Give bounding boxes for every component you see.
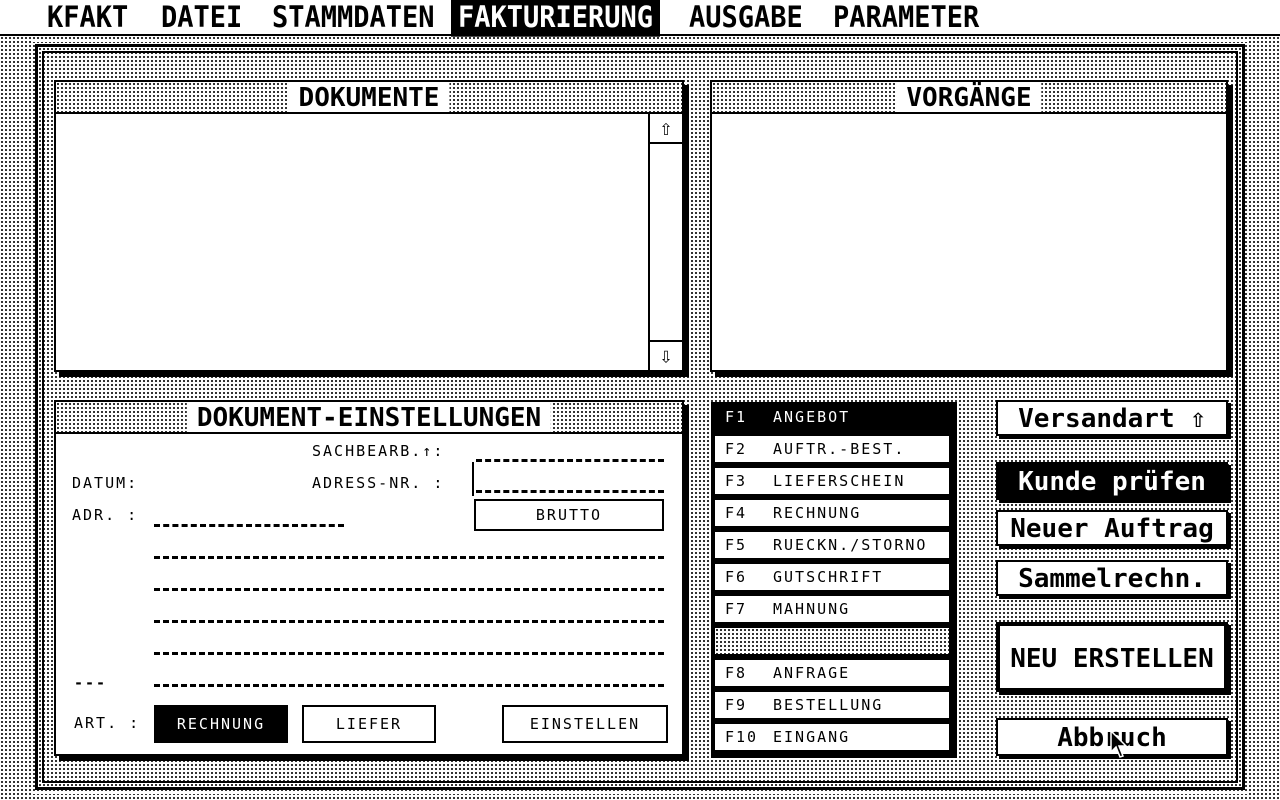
adress-nr-label: ADRESS-NR. : — [312, 474, 445, 492]
vorgaenge-panel: VORGÄNGE — [710, 80, 1228, 372]
fkey-item-rueckn-storno[interactable]: F5 RUECKN./STORNO — [715, 532, 949, 558]
document-type-list: F1 ANGEBOT F2 AUFTR.-BEST. F3 LIEFERSCHEIN … — [711, 402, 957, 758]
menu-fakturierung[interactable]: FAKTURIERUNG — [451, 0, 661, 37]
fkey-separator — [715, 628, 949, 654]
liefer-button[interactable]: LIEFER — [302, 705, 436, 743]
einstellungen-header: DOKUMENT-EINSTELLUNGEN — [56, 402, 682, 434]
fkey-item-mahnung[interactable]: F7 MAHNUNG — [715, 596, 949, 622]
fkey-item-lieferschein[interactable]: F3 LIEFERSCHEIN — [715, 468, 949, 494]
dokumente-header: DOKUMENTE — [56, 82, 682, 114]
menu-datei[interactable]: DATEI — [154, 0, 249, 37]
fkey-item-angebot[interactable]: F1 ANGEBOT — [715, 404, 949, 430]
rechnung-button[interactable]: RECHNUNG — [154, 705, 288, 743]
vorgaenge-header: VORGÄNGE — [712, 82, 1226, 114]
adr-line-4[interactable] — [154, 620, 664, 623]
fkey-item-auftr-best[interactable]: F2 AUFTR.-BEST. — [715, 436, 949, 462]
fkey-item-anfrage[interactable]: F8 ANFRAGE — [715, 660, 949, 686]
menu-ausgabe[interactable]: AUSGABE — [682, 0, 810, 37]
dokument-einstellungen-panel: DOKUMENT-EINSTELLUNGEN SACHBEARB.↑: DATU… — [54, 400, 684, 756]
brutto-button[interactable]: BRUTTO — [474, 499, 664, 531]
dokumente-title: DOKUMENTE — [288, 82, 450, 113]
fkey-item-rechnung[interactable]: F4 RECHNUNG — [715, 500, 949, 526]
fkey-item-bestellung[interactable]: F9 BESTELLUNG — [715, 692, 949, 718]
adr-label: ADR. : — [72, 506, 139, 524]
adr-line-1[interactable] — [154, 524, 344, 527]
menu-stammdaten[interactable]: STAMMDATEN — [265, 0, 442, 37]
fkey-item-eingang[interactable]: F10 EINGANG — [715, 724, 949, 750]
dokumente-scrollbar[interactable]: ⇧ ⇩ — [648, 114, 682, 370]
menu-bar: KFAKT DATEI STAMMDATEN FAKTURIERUNG AUSG… — [0, 0, 1280, 37]
scroll-up-arrow-icon[interactable]: ⇧ — [650, 114, 682, 144]
dokumente-panel: DOKUMENTE ⇧ ⇩ — [54, 80, 684, 372]
datum-label: DATUM: — [72, 474, 139, 492]
sammelrechn-button[interactable]: Sammelrechn. — [996, 560, 1228, 596]
adr-line-5[interactable] — [154, 652, 664, 655]
neuer-auftrag-button[interactable]: Neuer Auftrag — [996, 510, 1228, 546]
einstellungen-title: DOKUMENT-EINSTELLUNGEN — [186, 402, 552, 433]
adr-prefix-field[interactable]: --- — [74, 674, 107, 692]
vorgaenge-title: VORGÄNGE — [896, 82, 1042, 113]
menu-kfakt[interactable]: KFAKT — [40, 0, 135, 37]
dokumente-list[interactable] — [56, 114, 648, 370]
versandart-button[interactable]: Versandart ⇧ — [996, 400, 1228, 436]
adr-line-6[interactable] — [154, 684, 664, 687]
art-label: ART. : — [74, 714, 141, 732]
adr-line-2[interactable] — [154, 556, 664, 559]
neu-erstellen-button[interactable]: NEU ERSTELLEN — [996, 622, 1228, 692]
fkey-item-gutschrift[interactable]: F6 GUTSCHRIFT — [715, 564, 949, 590]
menu-parameter[interactable]: PARAMETER — [826, 0, 986, 37]
scroll-down-arrow-icon[interactable]: ⇩ — [650, 340, 682, 370]
adress-nr-field[interactable] — [472, 462, 666, 496]
mouse-pointer-icon — [1110, 730, 1128, 758]
vorgaenge-list[interactable] — [712, 114, 1226, 370]
kunde-pruefen-button[interactable]: Kunde prüfen — [996, 462, 1228, 500]
einstellen-button[interactable]: EINSTELLEN — [502, 705, 668, 743]
adr-line-3[interactable] — [154, 588, 664, 591]
sachbearb-label: SACHBEARB.↑: — [312, 442, 445, 460]
